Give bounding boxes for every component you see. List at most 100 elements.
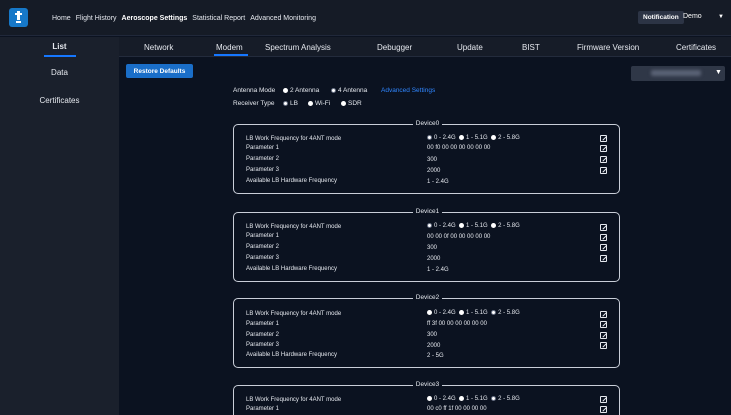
param-value: 1 - 2.4G [427, 179, 449, 185]
drone-icon [15, 11, 22, 23]
device-title: Device1 [234, 208, 621, 215]
nav-aeroscope-settings[interactable]: Aeroscope Settings [122, 15, 188, 22]
nav-home[interactable]: Home [52, 15, 71, 22]
param-value: 00 00 0f 00 00 00 00 00 [427, 234, 491, 240]
antenna-mode-label: Antenna Mode [233, 87, 276, 94]
sidebar-item-label: Certificates [39, 95, 80, 105]
lb-work-frequency-options[interactable]: 0 - 2.4G 1 - 5.1G 2 - 5.8G [427, 135, 520, 141]
receiver-option-wifi[interactable]: Wi-Fi [308, 100, 330, 107]
edit-icon[interactable] [600, 321, 607, 328]
param-value: 2000 [427, 168, 441, 174]
tab-firmware-version[interactable]: Firmware Version [577, 37, 639, 57]
antenna-option-label: 2 Antenna [290, 87, 320, 94]
device-card-2: Device2 LB Work Frequency for 4ANT mode … [233, 294, 620, 368]
edit-icon[interactable] [600, 406, 607, 413]
lb-work-frequency-options[interactable]: 0 - 2.4G 1 - 5.1G 2 - 5.8G [427, 310, 520, 316]
param-label: Parameter 1 [246, 406, 280, 412]
receiver-option-lb[interactable]: LB [283, 100, 298, 107]
radio-icon [459, 223, 465, 228]
edit-icon[interactable] [600, 156, 607, 163]
edit-icon[interactable] [600, 311, 607, 318]
user-menu[interactable]: Demo [683, 13, 702, 20]
device-card-0: Device0 LB Work Frequency for 4ANT mode … [233, 120, 620, 194]
device-title: Device2 [234, 294, 621, 301]
tab-debugger[interactable]: Debugger [377, 37, 412, 57]
param-value: ff 3f 00 00 00 00 00 00 [427, 321, 487, 327]
antenna-option-label: 4 Antenna [338, 87, 368, 94]
param-label: Parameter 2 [246, 156, 280, 162]
param-label: Parameter 3 [246, 342, 280, 348]
radio-icon [283, 87, 288, 93]
param-label: LB Work Frequency for 4ANT mode [246, 397, 342, 403]
advanced-settings-link[interactable]: Advanced Settings [381, 87, 435, 94]
caret-down-icon[interactable]: ▼ [718, 14, 724, 20]
radio-selected-icon [331, 87, 336, 93]
param-label: Available LB Hardware Frequency [246, 178, 337, 184]
tab-active-indicator [214, 54, 248, 56]
edit-icon[interactable] [600, 224, 607, 231]
antenna-option-2[interactable]: 2 Antenna [283, 87, 319, 94]
edit-icon[interactable] [600, 342, 607, 349]
tab-bar: Network Modem Spectrum Analysis Debugger… [119, 37, 731, 57]
app-logo[interactable] [9, 8, 28, 27]
param-value: 300 [427, 332, 438, 338]
edit-icon[interactable] [600, 145, 607, 152]
param-value: 00 f0 00 00 00 00 00 00 [427, 145, 491, 151]
radio-icon [491, 223, 497, 228]
lb-work-frequency-options[interactable]: 0 - 2.4G 1 - 5.1G 2 - 5.8G [427, 223, 520, 229]
edit-icon[interactable] [600, 135, 607, 142]
top-bar: Home Flight History Aeroscope Settings S… [0, 0, 731, 36]
device-card-1: Device1 LB Work Frequency for 4ANT mode … [233, 208, 620, 282]
tab-certificates[interactable]: Certificates [676, 37, 716, 57]
edit-icon[interactable] [600, 244, 607, 251]
edit-icon[interactable] [600, 396, 607, 403]
param-label: LB Work Frequency for 4ANT mode [246, 136, 342, 142]
radio-icon [459, 396, 465, 401]
param-value: 2 - 5G [427, 353, 444, 359]
radio-icon [459, 135, 465, 140]
antenna-option-4[interactable]: 4 Antenna [331, 87, 367, 94]
edit-icon[interactable] [600, 167, 607, 174]
param-label: LB Work Frequency for 4ANT mode [246, 311, 342, 317]
nav-statistical-report[interactable]: Statistical Report [192, 15, 245, 22]
nav-flight-history[interactable]: Flight History [76, 15, 117, 22]
param-label: Parameter 1 [246, 233, 280, 239]
top-nav: Home Flight History Aeroscope Settings S… [52, 0, 316, 36]
param-value: 300 [427, 245, 438, 251]
tab-network[interactable]: Network [144, 37, 173, 57]
tab-spectrum-analysis[interactable]: Spectrum Analysis [265, 37, 331, 57]
param-label: Parameter 1 [246, 145, 280, 151]
radio-icon [491, 135, 497, 140]
edit-icon[interactable] [600, 255, 607, 262]
radio-icon [341, 100, 346, 106]
lb-work-frequency-options[interactable]: 0 - 2.4G 1 - 5.1G 2 - 5.8G [427, 396, 520, 402]
device-title: Device0 [234, 120, 621, 127]
device-select[interactable]: ▼ [631, 66, 725, 81]
restore-defaults-button[interactable]: Restore Defaults [126, 64, 193, 78]
radio-selected-icon [427, 135, 432, 140]
receiver-option-sdr[interactable]: SDR [341, 100, 362, 107]
sidebar-item-data[interactable]: Data [0, 63, 119, 81]
nav-advanced-monitoring[interactable]: Advanced Monitoring [250, 15, 316, 22]
sidebar-item-list[interactable]: List [0, 37, 119, 55]
caret-down-icon[interactable]: ▼ [715, 69, 722, 76]
param-label: Parameter 1 [246, 321, 280, 327]
edit-icon[interactable] [600, 234, 607, 241]
sidebar-item-certificates[interactable]: Certificates [0, 91, 119, 109]
radio-icon [427, 310, 432, 315]
receiver-option-label: LB [290, 100, 298, 107]
radio-selected-icon [491, 396, 497, 401]
radio-icon [459, 310, 465, 315]
receiver-option-label: Wi-Fi [315, 100, 331, 107]
tab-update[interactable]: Update [457, 37, 483, 57]
radio-selected-icon [427, 223, 432, 228]
tab-bist[interactable]: BIST [522, 37, 540, 57]
notification-button[interactable]: Notification [638, 11, 684, 24]
param-label: Parameter 3 [246, 255, 280, 261]
sidebar-active-indicator [44, 55, 76, 57]
param-label: Available LB Hardware Frequency [246, 352, 337, 358]
edit-icon[interactable] [600, 332, 607, 339]
param-label: Parameter 2 [246, 244, 280, 250]
param-label: Parameter 2 [246, 332, 280, 338]
sidebar: List Data Certificates [0, 37, 119, 415]
